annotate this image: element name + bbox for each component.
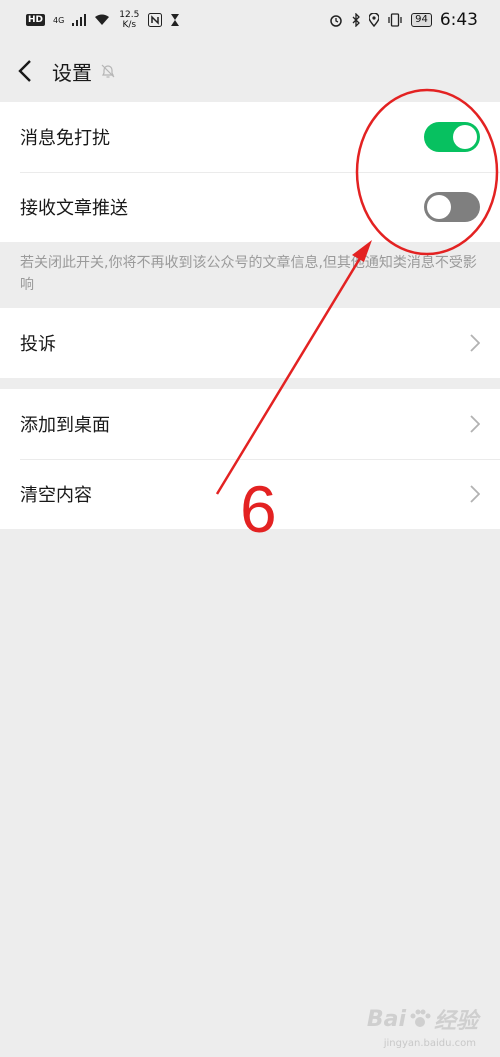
dnd-label: 消息免打扰: [20, 128, 110, 149]
row-do-not-disturb: 消息免打扰: [0, 102, 500, 172]
complain-label: 投诉: [20, 334, 56, 355]
wifi-icon: [95, 14, 110, 25]
hd-badge: HD: [26, 14, 46, 26]
vibrate-icon: [388, 13, 402, 27]
settings-group-actions: 添加到桌面 清空内容: [0, 389, 500, 529]
clear-label: 清空内容: [20, 485, 92, 506]
status-right: 94 6:43: [329, 10, 478, 30]
push-label: 接收文章推送: [20, 198, 128, 219]
add-desktop-label: 添加到桌面: [20, 415, 110, 436]
alarm-icon: [330, 15, 342, 27]
baidu-watermark: Bai 经验: [367, 1003, 478, 1035]
row-article-push: 接收文章推送: [0, 172, 500, 242]
chevron-left-icon: [18, 60, 31, 82]
speed-value: 12.5: [119, 10, 140, 20]
watermark-brand: Bai: [366, 1006, 406, 1032]
battery-level: 94: [411, 13, 432, 27]
settings-group-notifications: 消息免打扰 接收文章推送: [0, 102, 500, 242]
toggle-knob: [427, 195, 451, 219]
settings-group-complain: 投诉: [0, 308, 500, 378]
chevron-right-icon: [470, 415, 480, 433]
hourglass-icon: [171, 14, 180, 26]
nfc-icon: [148, 13, 163, 27]
chevron-right-icon: [470, 485, 480, 503]
mute-indicator: [100, 63, 116, 79]
bell-off-icon: [101, 64, 115, 78]
watermark-sub: jingyan.baidu.com: [383, 1038, 476, 1049]
dnd-toggle[interactable]: [424, 122, 480, 152]
page-title: 设置: [52, 60, 92, 85]
watermark-brand-end: 经验: [433, 1009, 478, 1034]
signal-icon: [72, 14, 87, 26]
chevron-right-icon: [470, 334, 480, 352]
push-toggle[interactable]: [424, 192, 480, 222]
toggle-knob: [453, 125, 477, 149]
network-speed: 12.5 K/s: [118, 10, 140, 30]
back-button[interactable]: [12, 56, 38, 86]
clock: 6:43: [439, 10, 478, 30]
location-icon: [369, 13, 380, 27]
network-type: 4G: [53, 15, 65, 25]
row-clear-content[interactable]: 清空内容: [0, 459, 500, 529]
push-note: 若关闭此开关,你将不再收到该公众号的文章信息,但其他通知类消息不受影响: [20, 255, 477, 293]
nav-header: 设置: [0, 40, 500, 102]
status-left: HD 4G 12.5 K/s: [26, 10, 180, 30]
bluetooth-icon: [352, 13, 360, 27]
speed-unit: K/s: [122, 20, 137, 30]
row-add-to-desktop[interactable]: 添加到桌面: [0, 389, 500, 459]
row-complain[interactable]: 投诉: [0, 308, 500, 378]
status-bar: HD 4G 12.5 K/s 94 6:43: [0, 0, 500, 40]
paw-icon: [410, 1009, 431, 1027]
